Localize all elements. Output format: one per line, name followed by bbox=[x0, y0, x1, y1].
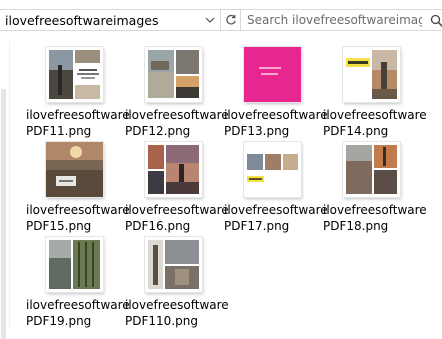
refresh-button[interactable] bbox=[220, 9, 242, 31]
file-thumbnail[interactable] bbox=[343, 142, 400, 197]
search-icon[interactable] bbox=[430, 13, 442, 32]
search-input[interactable] bbox=[247, 12, 422, 28]
file-item[interactable]: ilovefreesoftwarePDF14.png bbox=[329, 47, 425, 139]
file-item[interactable]: ilovefreesoftwarePDF18.png bbox=[329, 142, 425, 234]
address-dropdown-button[interactable] bbox=[199, 9, 221, 31]
file-name[interactable]: ilovefreesoftwarePDF16.png bbox=[125, 203, 225, 234]
search-box[interactable] bbox=[240, 9, 442, 31]
file-thumbnail[interactable] bbox=[46, 142, 103, 197]
file-name[interactable]: ilovefreesoftwarePDF18.png bbox=[323, 203, 423, 234]
file-name[interactable]: ilovefreesoftwarePDF19.png bbox=[26, 298, 126, 329]
file-thumbnail[interactable] bbox=[244, 47, 301, 102]
address-bar[interactable]: ilovefreesoftwareimages bbox=[0, 9, 200, 31]
scrollbar-thumb[interactable] bbox=[1, 89, 6, 339]
file-name[interactable]: ilovefreesoftwarePDF11.png bbox=[26, 108, 126, 139]
file-name[interactable]: ilovefreesoftwarePDF12.png bbox=[125, 108, 225, 139]
file-thumbnail[interactable] bbox=[145, 47, 202, 102]
file-item[interactable]: ilovefreesoftwarePDF11.png bbox=[32, 47, 128, 139]
file-item[interactable]: ilovefreesoftwarePDF19.png bbox=[32, 237, 128, 329]
file-thumbnail[interactable] bbox=[145, 142, 202, 197]
file-item[interactable]: ilovefreesoftwarePDF12.png bbox=[131, 47, 227, 139]
file-name[interactable]: ilovefreesoftwarePDF17.png bbox=[224, 203, 324, 234]
address-path[interactable]: ilovefreesoftwareimages bbox=[5, 13, 158, 28]
file-thumbnail[interactable] bbox=[46, 237, 103, 292]
navigation-pane-edge bbox=[0, 41, 10, 330]
file-name[interactable]: ilovefreesoftwarePDF110.png bbox=[125, 298, 225, 329]
file-name[interactable]: ilovefreesoftwarePDF15.png bbox=[26, 203, 126, 234]
address-toolbar: ilovefreesoftwareimages bbox=[0, 0, 442, 41]
file-name[interactable]: ilovefreesoftwarePDF13.png bbox=[224, 108, 324, 139]
file-name[interactable]: ilovefreesoftwarePDF14.png bbox=[323, 108, 423, 139]
chevron-down-icon bbox=[205, 16, 215, 24]
file-item[interactable]: ilovefreesoftwarePDF13.png bbox=[230, 47, 326, 139]
refresh-icon bbox=[225, 14, 237, 26]
file-thumbnail[interactable] bbox=[145, 237, 202, 292]
file-item[interactable]: ilovefreesoftwarePDF17.png bbox=[230, 142, 326, 234]
file-item[interactable]: ilovefreesoftwarePDF110.png bbox=[131, 237, 227, 329]
file-thumbnail[interactable] bbox=[244, 142, 301, 197]
file-item[interactable]: ilovefreesoftwarePDF16.png bbox=[131, 142, 227, 234]
file-thumbnail[interactable] bbox=[46, 47, 103, 102]
file-item[interactable]: ilovefreesoftwarePDF15.png bbox=[32, 142, 128, 234]
file-thumbnail[interactable] bbox=[343, 47, 400, 102]
